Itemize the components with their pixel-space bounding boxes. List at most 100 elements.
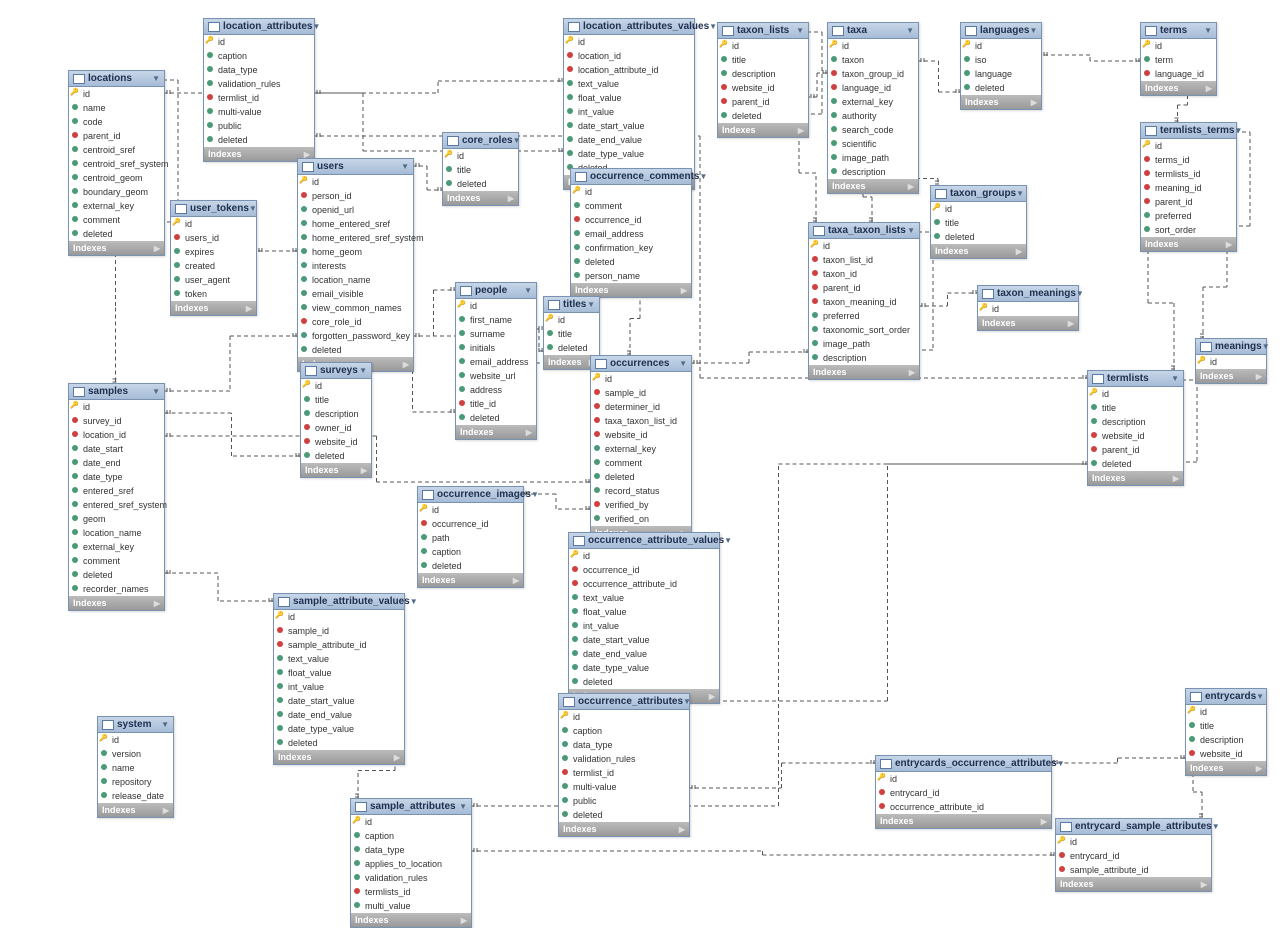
column-verified-on[interactable]: verified_on [591,512,691,526]
column-caption[interactable]: caption [351,829,471,843]
column-date-start[interactable]: date_start [69,442,164,456]
expand-icon[interactable]: ▶ [154,244,160,253]
indexes-row[interactable]: Indexes▶ [876,814,1051,828]
column-deleted[interactable]: deleted [544,341,599,355]
column-date-end[interactable]: date_end [69,456,164,470]
column-multi-value[interactable]: multi-value [204,105,314,119]
column-deleted[interactable]: deleted [204,133,314,147]
collapse-icon[interactable]: ▼ [1234,126,1242,135]
table-users[interactable]: users▼idperson_idopenid_urlhome_entered_… [297,158,414,372]
expand-icon[interactable]: ▶ [403,360,409,369]
column-preferred[interactable]: preferred [809,309,919,323]
collapse-icon[interactable]: ▼ [1171,374,1179,383]
indexes-row[interactable]: Indexes▶ [98,803,173,817]
collapse-icon[interactable]: ▼ [683,697,691,706]
table-taxa[interactable]: taxa▼idtaxontaxon_group_idlanguage_idext… [827,22,919,194]
expand-icon[interactable]: ▶ [681,286,687,295]
column-comment[interactable]: comment [69,554,164,568]
column-sample-id[interactable]: sample_id [591,386,691,400]
table-header[interactable]: taxa_taxon_lists▼ [809,223,919,239]
column-centroid-sref-system[interactable]: centroid_sref_system [69,157,164,171]
column-id[interactable]: id [69,400,164,414]
column-date-type-value[interactable]: date_type_value [274,722,404,736]
expand-icon[interactable]: ▶ [513,576,519,585]
column-sample-attribute-id[interactable]: sample_attribute_id [274,638,404,652]
indexes-row[interactable]: Indexes▶ [351,913,471,927]
indexes-row[interactable]: Indexes▶ [1088,471,1183,485]
column-website-id[interactable]: website_id [591,428,691,442]
column-float-value[interactable]: float_value [564,91,694,105]
table-taxon_groups[interactable]: taxon_groups▼idtitledeletedIndexes▶ [930,185,1027,259]
indexes-row[interactable]: Indexes▶ [443,191,518,205]
column-text-value[interactable]: text_value [569,591,719,605]
expand-icon[interactable]: ▶ [709,692,715,701]
column-token[interactable]: token [171,287,256,301]
table-taxon_lists[interactable]: taxon_lists▼idtitledescriptionwebsite_id… [717,22,809,138]
column-comment[interactable]: comment [591,456,691,470]
column-forgotten-password-key[interactable]: forgotten_password_key [298,329,413,343]
column-occurrence-id[interactable]: occurrence_id [569,563,719,577]
collapse-icon[interactable]: ▼ [401,162,409,171]
column-id[interactable]: id [876,772,1051,786]
column-person-id[interactable]: person_id [298,189,413,203]
collapse-icon[interactable]: ▼ [249,204,257,213]
expand-icon[interactable]: ▶ [679,825,685,834]
column-date-start-value[interactable]: date_start_value [564,119,694,133]
column-date-end-value[interactable]: date_end_value [564,133,694,147]
column-applies-to-location[interactable]: applies_to_location [351,857,471,871]
column-deleted[interactable]: deleted [298,343,413,357]
column-website-url[interactable]: website_url [456,369,536,383]
column-deleted[interactable]: deleted [274,736,404,750]
column-deleted[interactable]: deleted [301,449,371,463]
column-preferred[interactable]: preferred [1141,209,1236,223]
collapse-icon[interactable]: ▼ [359,366,367,375]
expand-icon[interactable]: ▶ [246,304,252,313]
table-header[interactable]: occurrence_attributes▼ [559,694,689,710]
expand-icon[interactable]: ▶ [908,182,914,191]
column-release-date[interactable]: release_date [98,789,173,803]
column-version[interactable]: version [98,747,173,761]
column-title[interactable]: title [1186,719,1266,733]
table-user_tokens[interactable]: user_tokens▼idusers_idexpirescreateduser… [170,200,257,316]
column-scientific[interactable]: scientific [828,137,918,151]
indexes-row[interactable]: Indexes▶ [559,822,689,836]
column-language-id[interactable]: language_id [1141,67,1216,81]
collapse-icon[interactable]: ▼ [724,536,732,545]
column-centroid-sref[interactable]: centroid_sref [69,143,164,157]
column-id[interactable]: id [1186,705,1266,719]
column-recorder-names[interactable]: recorder_names [69,582,164,596]
column-taxon-list-id[interactable]: taxon_list_id [809,253,919,267]
collapse-icon[interactable]: ▼ [459,802,467,811]
column-path[interactable]: path [418,531,523,545]
column-geom[interactable]: geom [69,512,164,526]
column-validation-rules[interactable]: validation_rules [559,752,689,766]
column-sample-attribute-id[interactable]: sample_attribute_id [1056,863,1211,877]
collapse-icon[interactable]: ▼ [152,74,160,83]
column-validation-rules[interactable]: validation_rules [351,871,471,885]
column-search-code[interactable]: search_code [828,123,918,137]
collapse-icon[interactable]: ▼ [1057,759,1065,768]
table-occurrence_attribute_values[interactable]: occurrence_attribute_values▼idoccurrence… [568,532,720,704]
column-deleted[interactable]: deleted [718,109,808,123]
collapse-icon[interactable]: ▼ [796,26,804,35]
column-taxon-meaning-id[interactable]: taxon_meaning_id [809,295,919,309]
column-id[interactable]: id [69,87,164,101]
expand-icon[interactable]: ▶ [1031,98,1037,107]
column-title[interactable]: title [1088,401,1183,415]
collapse-icon[interactable]: ▼ [700,172,708,181]
collapse-icon[interactable]: ▼ [679,359,687,368]
table-header[interactable]: surveys▼ [301,363,371,379]
column-termlist-id[interactable]: termlist_id [559,766,689,780]
column-id[interactable]: id [1141,39,1216,53]
expand-icon[interactable]: ▶ [1256,764,1262,773]
expand-icon[interactable]: ▶ [154,599,160,608]
table-header[interactable]: sample_attributes▼ [351,799,471,815]
table-header[interactable]: termlists_terms▼ [1141,123,1236,139]
table-core_roles[interactable]: core_roles▼idtitledeletedIndexes▶ [442,132,519,206]
table-taxa_taxon_lists[interactable]: taxa_taxon_lists▼idtaxon_list_idtaxon_id… [808,222,920,380]
table-header[interactable]: taxon_lists▼ [718,23,808,39]
indexes-row[interactable]: Indexes▶ [828,179,918,193]
column-sort-order[interactable]: sort_order [1141,223,1236,237]
column-home-geom[interactable]: home_geom [298,245,413,259]
column-date-type-value[interactable]: date_type_value [569,661,719,675]
